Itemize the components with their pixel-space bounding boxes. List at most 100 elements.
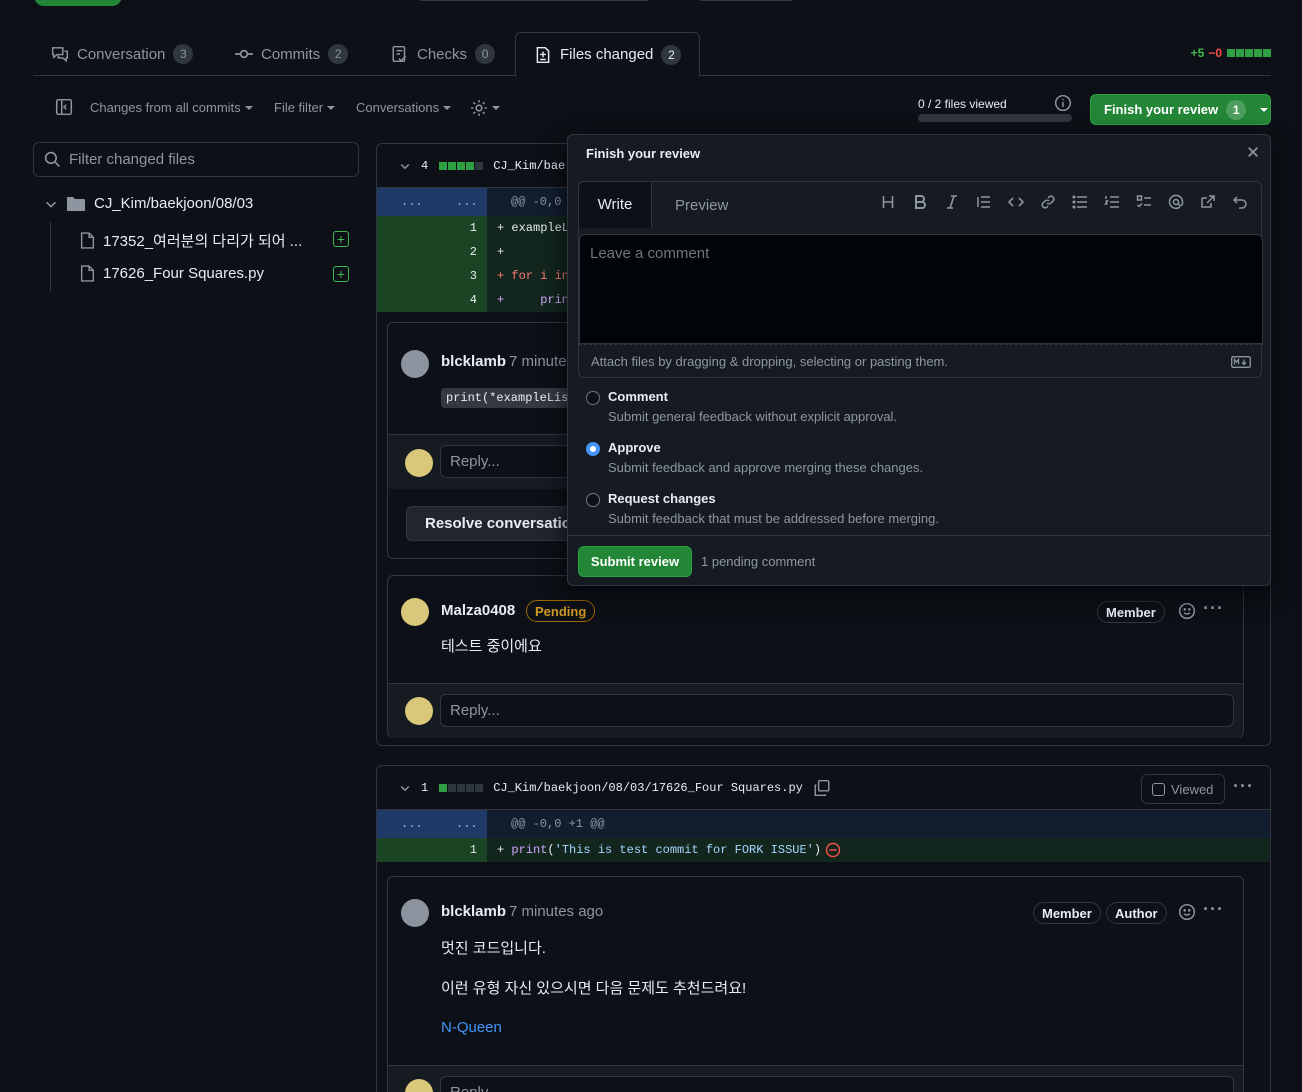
line-number[interactable]: 3 [377, 264, 487, 288]
file-path[interactable]: CJ_Kim/bae [493, 159, 565, 173]
comment-time[interactable]: 7 minute [509, 353, 567, 370]
avatar[interactable] [401, 598, 429, 626]
unordered-list-icon[interactable] [1071, 193, 1089, 211]
review-option-comment[interactable]: Comment Submit general feedback without e… [586, 389, 897, 424]
chevron-down-icon [443, 105, 452, 110]
comment-editor: Write Preview Attach files by dragging &… [578, 181, 1263, 378]
tab-write[interactable]: Write [579, 182, 652, 228]
line-number[interactable]: 2 [377, 240, 487, 264]
file-path[interactable]: CJ_Kim/baekjoon/08/03/17626_Four Squares… [493, 781, 803, 795]
diff-line-count: 4 [421, 158, 429, 173]
avatar[interactable] [401, 350, 429, 378]
chevron-down-icon[interactable] [399, 160, 411, 172]
markdown-icon[interactable] [1231, 356, 1251, 368]
merge-button-stub [34, 0, 122, 6]
file-header: 1 CJ_Kim/baekjoon/08/03/17626_Four Squar… [377, 766, 1270, 810]
ordered-list-icon[interactable] [1103, 193, 1121, 211]
copy-icon[interactable] [813, 779, 831, 797]
n-queen-link[interactable]: N-Queen [441, 1019, 502, 1036]
info-icon[interactable] [1054, 94, 1072, 112]
tab-files-changed[interactable]: Files changed 2 [515, 32, 701, 77]
expand-up[interactable]: ... [377, 810, 432, 838]
heading-icon[interactable] [879, 193, 897, 211]
toggle-file-tree-icon[interactable] [55, 98, 73, 116]
conversations-dropdown[interactable]: Conversations [356, 100, 452, 115]
file-added-icon: + [333, 266, 349, 282]
option-title: Request changes [608, 491, 716, 506]
line-number[interactable]: 1 [377, 838, 487, 862]
finish-review-button[interactable]: Finish your review 1 [1090, 94, 1271, 125]
settings-dropdown[interactable] [470, 99, 500, 117]
attach-files-area[interactable]: Attach files by dragging & dropping, sel… [579, 344, 1263, 378]
comment-body: 테스트 중이에요 [441, 638, 542, 655]
file-filter-label: File filter [274, 100, 324, 115]
chevron-down-icon [244, 105, 253, 110]
author-badge: Author [1106, 902, 1167, 924]
emoji-reaction-icon[interactable] [1178, 602, 1196, 620]
inline-code: print(*exampleLis [441, 388, 574, 408]
kebab-horizontal-icon[interactable]: ··· [1203, 899, 1224, 920]
line-code: + print('This is test commit for FORK IS… [487, 838, 1270, 862]
tree-file-item[interactable]: 17352_여러분의 다리가 되어 ... [80, 230, 302, 251]
tasklist-icon[interactable] [1135, 193, 1153, 211]
comment-author[interactable]: blcklamb [441, 903, 506, 920]
bold-icon[interactable] [911, 193, 929, 211]
tab-label: Checks [417, 45, 468, 63]
folder-icon [66, 196, 86, 212]
close-icon[interactable] [1246, 145, 1260, 159]
tree-file-item[interactable]: 17626_Four Squares.py [80, 265, 264, 282]
radio-approve[interactable] [586, 442, 600, 456]
comment-textarea[interactable] [579, 234, 1263, 344]
comment-author[interactable]: blcklamb [441, 353, 506, 370]
submit-review-button[interactable]: Submit review [578, 546, 692, 577]
line-number[interactable]: 1 [377, 216, 487, 240]
code-paren: ( [547, 843, 555, 857]
reply-input[interactable]: Reply... [440, 1076, 1234, 1092]
review-option-request-changes[interactable]: Request changes Submit feedback that must… [586, 491, 939, 526]
chevron-down-icon[interactable] [399, 782, 411, 794]
review-thread: blcklamb 7 minutes ago Member Author ···… [387, 876, 1244, 1092]
link-icon[interactable] [1039, 193, 1057, 211]
expand-down[interactable]: ... [432, 810, 487, 838]
file-added-icon: + [333, 231, 349, 247]
filter-files-input[interactable] [69, 151, 349, 168]
radio-request-changes[interactable] [586, 493, 600, 507]
diffstat-bar [438, 159, 484, 173]
filter-files-field[interactable] [33, 142, 359, 177]
line-number[interactable]: 4 [377, 288, 487, 312]
tab-checks[interactable]: Checks 0 [391, 32, 496, 76]
tab-commits[interactable]: Commits 2 [235, 32, 349, 76]
changes-from-dropdown[interactable]: Changes from all commits [90, 100, 253, 115]
avatar[interactable] [401, 899, 429, 927]
kebab-horizontal-icon[interactable]: ··· [1203, 598, 1224, 619]
cross-reference-icon[interactable] [1199, 193, 1217, 211]
undo-icon[interactable] [1231, 193, 1249, 211]
tab-conversation[interactable]: Conversation 3 [51, 32, 194, 76]
top-divider [420, 0, 648, 1]
file-filter-dropdown[interactable]: File filter [274, 100, 336, 115]
comment-author[interactable]: Malza0408 [441, 602, 515, 619]
kebab-horizontal-icon[interactable]: ··· [1233, 776, 1254, 797]
option-description: Submit feedback and approve merging thes… [608, 460, 924, 475]
avatar [405, 449, 433, 477]
reply-input[interactable]: Reply... [440, 694, 1234, 727]
quote-icon[interactable] [975, 193, 993, 211]
expand-down[interactable]: ... [432, 188, 487, 216]
mention-icon[interactable] [1167, 193, 1185, 211]
comment-time[interactable]: 7 minutes ago [509, 903, 603, 920]
tab-preview[interactable]: Preview [675, 182, 728, 228]
expand-up[interactable]: ... [377, 188, 432, 216]
viewed-checkbox[interactable]: Viewed [1141, 774, 1225, 804]
chevron-down-icon [1260, 107, 1269, 112]
files-viewed-text: 0 / 2 files viewed [918, 97, 1007, 111]
search-icon [44, 151, 61, 168]
file-name: 17626_Four Squares.py [103, 265, 264, 282]
italic-icon[interactable] [943, 193, 961, 211]
tree-folder[interactable]: CJ_Kim/baekjoon/08/03 [44, 195, 253, 212]
gear-icon [470, 99, 488, 117]
radio-comment[interactable] [586, 391, 600, 405]
emoji-reaction-icon[interactable] [1178, 903, 1196, 921]
popover-footer: Submit review 1 pending comment [568, 535, 1270, 585]
code-icon[interactable] [1007, 193, 1025, 211]
review-option-approve[interactable]: Approve Submit feedback and approve mergi… [586, 440, 923, 475]
